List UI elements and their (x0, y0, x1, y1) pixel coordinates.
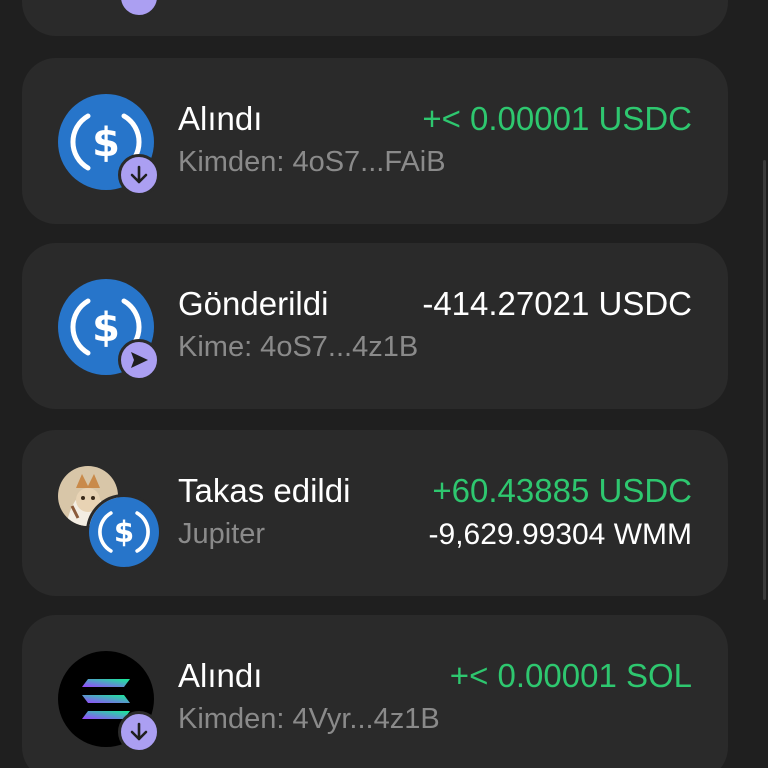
transaction-list: $ Alındı Kimden: 4oS7...FAiB +< 0.00001 … (0, 0, 768, 768)
transaction-title: Gönderildi (178, 285, 329, 322)
token-icon-wrap: $ (58, 279, 160, 381)
badge-icon (118, 0, 160, 18)
scrollbar[interactable] (763, 160, 766, 600)
transaction-amount: +60.43885 USDC (432, 472, 692, 509)
transaction-amount: +< 0.00001 USDC (422, 100, 692, 137)
transaction-amount: +< 0.00001 SOL (449, 657, 692, 694)
transaction-subtitle: Kime: 4oS7...4z1B (178, 331, 419, 363)
svg-text:$: $ (92, 120, 120, 166)
arrow-down-icon (118, 711, 160, 753)
transaction-card[interactable]: $ Takas edildi Jupiter +60.43885 USDC -9… (22, 430, 728, 596)
token-icon-wrap: $ (58, 466, 162, 570)
arrow-down-icon (118, 154, 160, 196)
svg-text:$: $ (92, 305, 120, 351)
transaction-title: Alındı (178, 100, 263, 137)
transaction-subtitle: Kimden: 4Vyr...4z1B (178, 703, 440, 735)
transaction-card[interactable]: $ Gönderildi Kime: 4oS7...4z1B -414.2702… (22, 243, 728, 409)
transaction-amount: -414.27021 USDC (422, 285, 692, 322)
send-icon (118, 339, 160, 381)
token-icon-wrap: $ (58, 94, 160, 196)
svg-text:$: $ (114, 515, 134, 549)
token-icon-wrap (58, 651, 160, 753)
transaction-card-partial[interactable] (22, 0, 728, 36)
transaction-title: Takas edildi (178, 472, 351, 509)
usdc-icon: $ (86, 494, 162, 570)
transaction-subtitle: Kimden: 4oS7...FAiB (178, 146, 446, 178)
transaction-subtitle: Jupiter (178, 518, 266, 550)
transaction-title: Alındı (178, 657, 263, 694)
transaction-card[interactable]: $ Alındı Kimden: 4oS7...FAiB +< 0.00001 … (22, 58, 728, 224)
transaction-amount-secondary: -9,629.99304 WMM (428, 518, 692, 551)
transaction-card[interactable]: Alındı Kimden: 4Vyr...4z1B +< 0.00001 SO… (22, 615, 728, 768)
